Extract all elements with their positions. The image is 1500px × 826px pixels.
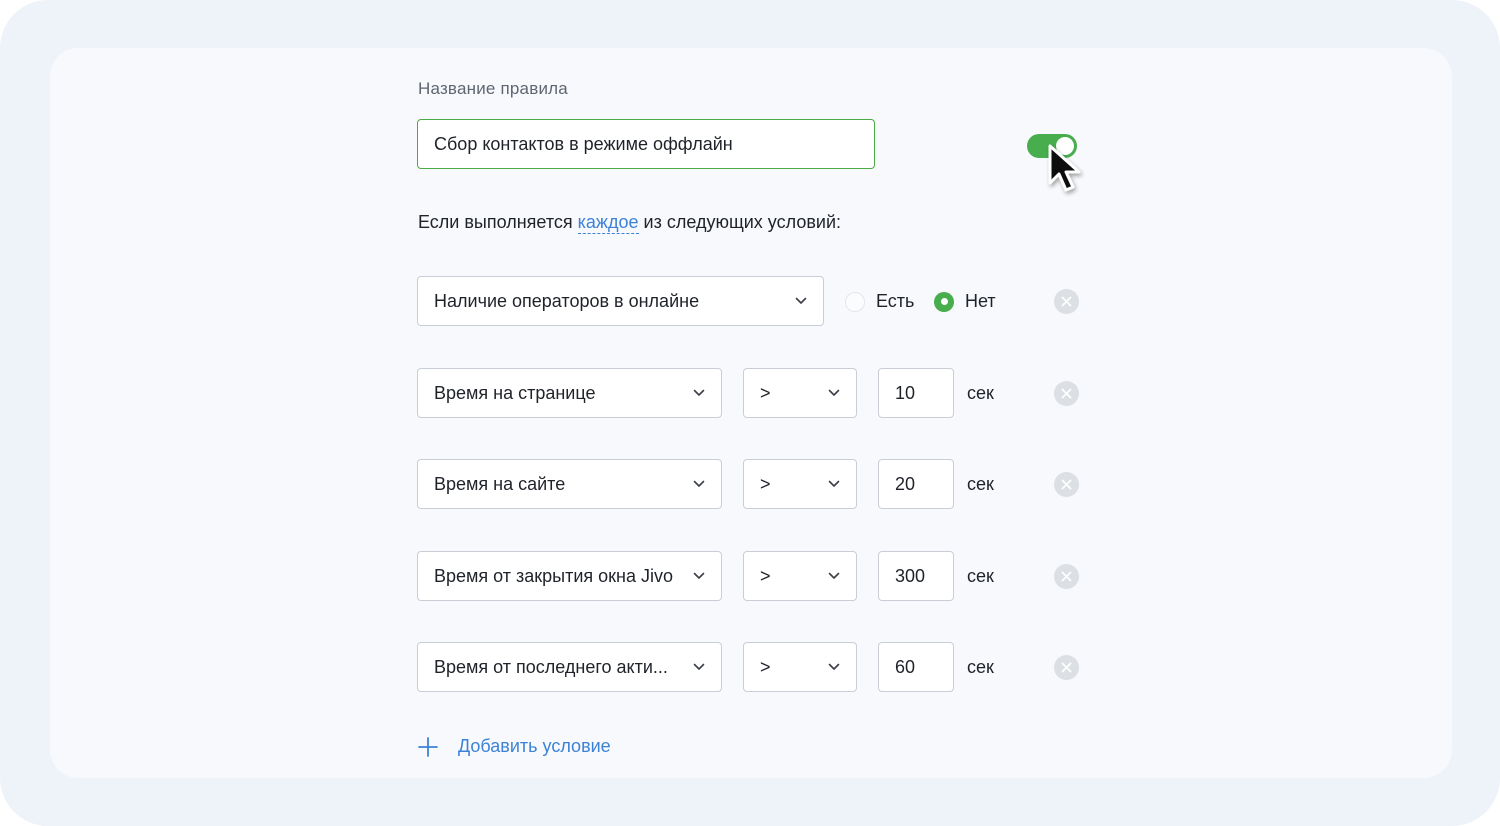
rule-name-label: Название правила bbox=[418, 79, 568, 98]
radio-label: Есть bbox=[876, 291, 915, 311]
input-value: 300 bbox=[895, 565, 926, 586]
chevron-down-icon bbox=[693, 480, 705, 487]
select-value: > bbox=[760, 565, 771, 586]
condition-field-select[interactable]: Время от последнего акти... bbox=[417, 642, 722, 692]
close-icon bbox=[1061, 662, 1072, 673]
chevron-down-icon bbox=[693, 572, 705, 579]
close-icon bbox=[1061, 388, 1072, 399]
radio-button[interactable] bbox=[845, 291, 865, 312]
conditions-mode-line: Если выполняется каждое из следующих усл… bbox=[418, 212, 841, 234]
radio-option-no[interactable]: Нет bbox=[934, 291, 996, 312]
chevron-down-icon bbox=[693, 389, 705, 396]
remove-condition-button[interactable] bbox=[1054, 289, 1079, 314]
condition-operator-select[interactable]: > bbox=[743, 368, 857, 418]
input-value: 60 bbox=[895, 656, 916, 677]
condition-unit: сек bbox=[967, 657, 994, 677]
cursor-icon bbox=[1048, 144, 1081, 192]
conditions-suffix: из следующих условий: bbox=[643, 212, 841, 232]
select-value: Время на странице bbox=[434, 382, 596, 403]
chevron-down-icon bbox=[828, 480, 840, 487]
condition-value-input[interactable]: 300 bbox=[878, 551, 954, 601]
select-value: Время от последнего акти... bbox=[434, 656, 668, 677]
condition-unit: сек bbox=[967, 566, 994, 586]
select-value: > bbox=[760, 473, 771, 494]
close-icon bbox=[1061, 479, 1072, 490]
radio-label: Нет bbox=[965, 291, 996, 311]
condition-field-select[interactable]: Время от закрытия окна Jivo bbox=[417, 551, 722, 601]
condition-field-select[interactable]: Время на сайте bbox=[417, 459, 722, 509]
conditions-mode-link[interactable]: каждое bbox=[577, 212, 639, 234]
remove-condition-button[interactable] bbox=[1054, 655, 1079, 680]
condition-value-input[interactable]: 20 bbox=[878, 459, 954, 509]
condition-unit: сек bbox=[967, 383, 994, 403]
conditions-prefix: Если выполняется bbox=[418, 212, 573, 232]
radio-button-selected[interactable] bbox=[934, 291, 954, 312]
input-value: 20 bbox=[895, 473, 916, 494]
select-value: Время от закрытия окна Jivo bbox=[434, 565, 673, 586]
select-value: > bbox=[760, 656, 771, 677]
chevron-down-icon bbox=[795, 297, 807, 304]
condition-value-input[interactable]: 60 bbox=[878, 642, 954, 692]
select-value: > bbox=[760, 382, 771, 403]
chevron-down-icon bbox=[693, 663, 705, 670]
add-condition-button[interactable]: Добавить условие bbox=[418, 736, 611, 757]
operators-field-select[interactable]: Наличие операторов в онлайне bbox=[417, 276, 824, 326]
close-icon bbox=[1061, 571, 1072, 582]
condition-unit: сек bbox=[967, 474, 994, 494]
remove-condition-button[interactable] bbox=[1054, 472, 1079, 497]
condition-field-select[interactable]: Время на странице bbox=[417, 368, 722, 418]
condition-value-input[interactable]: 10 bbox=[878, 368, 954, 418]
chevron-down-icon bbox=[828, 663, 840, 670]
radio-option-yes[interactable]: Есть bbox=[845, 291, 914, 312]
close-icon bbox=[1061, 296, 1072, 307]
remove-condition-button[interactable] bbox=[1054, 381, 1079, 406]
condition-operator-select[interactable]: > bbox=[743, 551, 857, 601]
chevron-down-icon bbox=[828, 389, 840, 396]
chevron-down-icon bbox=[828, 572, 840, 579]
add-condition-label: Добавить условие bbox=[458, 736, 611, 756]
select-value: Наличие операторов в онлайне bbox=[434, 290, 700, 311]
remove-condition-button[interactable] bbox=[1054, 564, 1079, 589]
condition-operator-select[interactable]: > bbox=[743, 459, 857, 509]
rule-name-input[interactable] bbox=[417, 119, 875, 169]
select-value: Время на сайте bbox=[434, 473, 566, 494]
input-value: 10 bbox=[895, 382, 916, 403]
plus-icon bbox=[418, 736, 438, 757]
condition-operator-select[interactable]: > bbox=[743, 642, 857, 692]
